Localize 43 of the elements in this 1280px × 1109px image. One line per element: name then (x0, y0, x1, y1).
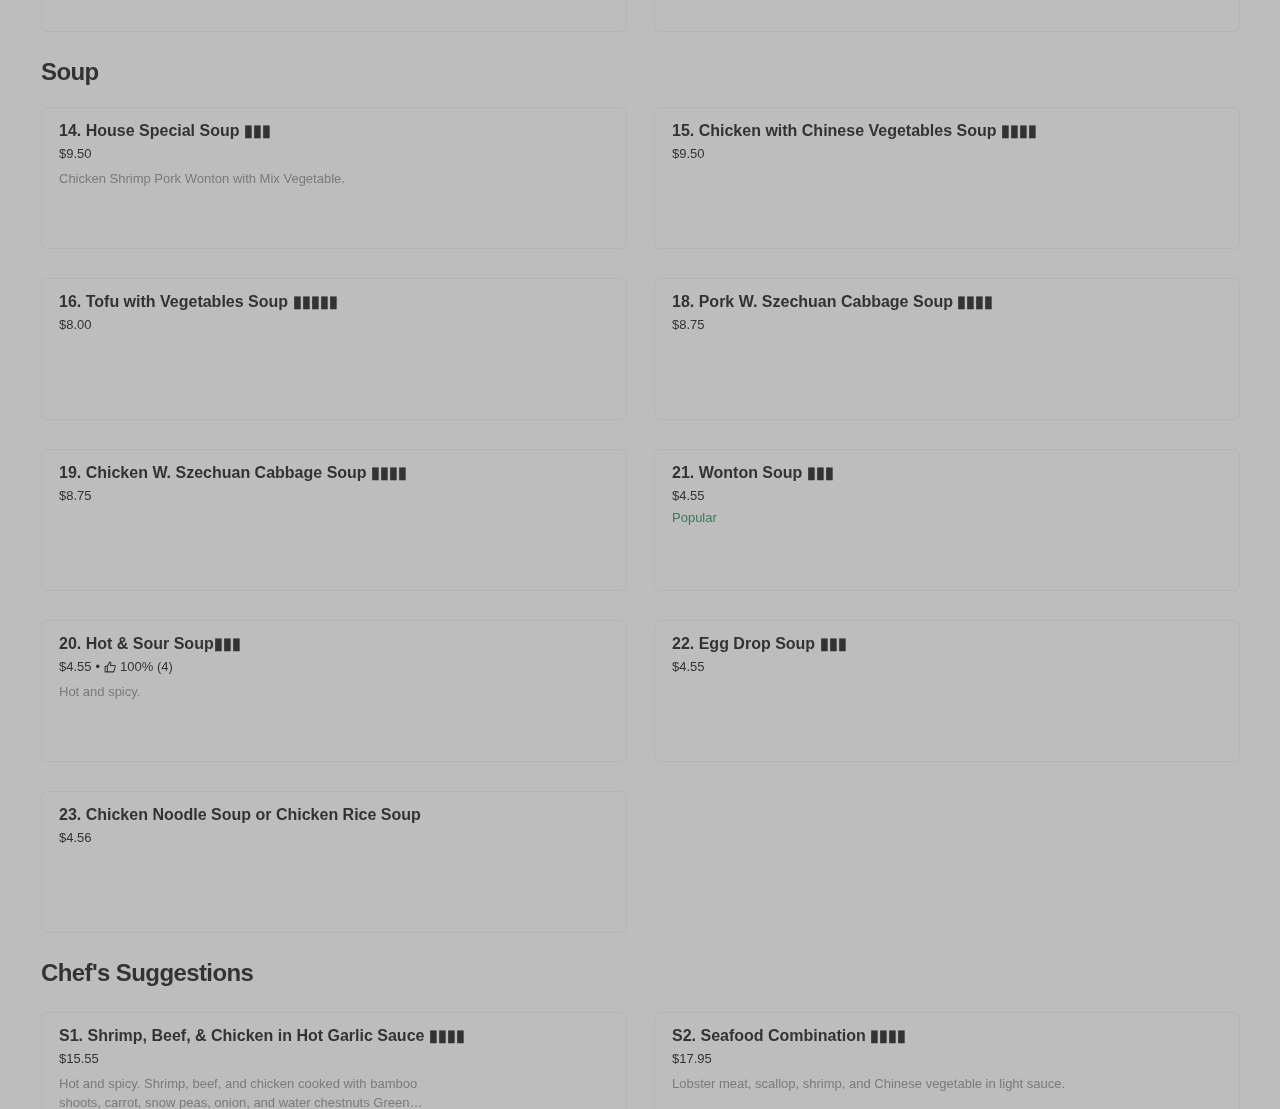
item-description: Chicken Shrimp Pork Wonton with Mix Vegetable. (59, 170, 345, 188)
item-description: Lobster meat, scallop, shrimp, and Chinese vegetable in light sauce. (672, 1075, 1066, 1093)
item-price: $15.55 (59, 1050, 99, 1068)
item-price: $4.55 (59, 658, 92, 676)
menu-card[interactable]: 15. Chicken with Chinese Vegetables Soup ▮▮▮▮ $9.50 (654, 107, 1240, 249)
item-title: 18. Pork W. Szechuan Cabbage Soup ▮▮▮▮ (672, 292, 994, 312)
item-price: $17.95 (672, 1050, 712, 1068)
item-price: $8.75 (59, 487, 92, 505)
section-heading: Soup (41, 57, 100, 87)
item-title: 22. Egg Drop Soup ▮▮▮ (672, 634, 847, 654)
item-title: 15. Chicken with Chinese Vegetables Soup ▮▮▮▮ (672, 121, 1037, 141)
item-description: Hot and spicy. (59, 683, 141, 701)
item-price: $4.55 (672, 658, 705, 676)
menu-card[interactable]: 21. Wonton Soup ▮▮▮ $4.55 Popular (654, 449, 1240, 591)
menu-card[interactable]: 20. Hot & Sour Soup▮▮▮ $4.55 • 100% (4) Hot and spicy. (41, 620, 627, 762)
item-title: 14. House Special Soup ▮▮▮ (59, 121, 271, 141)
item-description: Hot and spicy. Shrimp, beef, and chicken cooked with bamboo shoots, carrot, snow peas, onion, and water chestnuts Green… (59, 1075, 424, 1109)
item-price: $4.55 (672, 487, 705, 505)
item-price: $8.00 (59, 316, 92, 334)
menu-card[interactable]: 16. Tofu with Vegetables Soup ▮▮▮▮▮ $8.00 (41, 278, 627, 420)
item-price: $9.50 (59, 145, 92, 163)
item-title: S2. Seafood Combination ▮▮▮▮ (672, 1026, 907, 1046)
item-title: 21. Wonton Soup ▮▮▮ (672, 463, 834, 483)
item-title: 23. Chicken Noodle Soup or Chicken Rice Soup (59, 805, 421, 825)
item-title: 20. Hot & Sour Soup▮▮▮ (59, 634, 241, 654)
item-title: 16. Tofu with Vegetables Soup ▮▮▮▮▮ (59, 292, 338, 312)
menu-card[interactable]: S1. Shrimp, Beef, & Chicken in Hot Garlic Sauce ▮▮▮▮ $15.55 Hot and spicy. Shrimp, beef, and chicken cooked with bamboo shoots, carrot, snow peas, onion, and water chestnuts Green… (41, 1012, 627, 1109)
menu-card[interactable]: 14. House Special Soup ▮▮▮ $9.50 Chicken Shrimp Pork Wonton with Mix Vegetable. (41, 107, 627, 249)
popular-label: Popular (672, 509, 717, 527)
section-heading: Chef's Suggestions (41, 958, 255, 988)
menu-card[interactable]: 23. Chicken Noodle Soup or Chicken Rice Soup $4.56 (41, 791, 627, 933)
item-price: $4.56 (59, 829, 92, 847)
thumbs-up-icon (104, 661, 117, 673)
menu-card[interactable]: 18. Pork W. Szechuan Cabbage Soup ▮▮▮▮ $8.75 (654, 278, 1240, 420)
rating-text: 100% (4) (120, 658, 173, 676)
menu-card[interactable]: 19. Chicken W. Szechuan Cabbage Soup ▮▮▮▮ $8.75 (41, 449, 627, 591)
item-title: 19. Chicken W. Szechuan Cabbage Soup ▮▮▮▮ (59, 463, 408, 483)
item-title: S1. Shrimp, Beef, & Chicken in Hot Garlic Sauce ▮▮▮▮ (59, 1026, 465, 1046)
item-price: $8.75 (672, 316, 705, 334)
menu-card[interactable]: 22. Egg Drop Soup ▮▮▮ $4.55 (654, 620, 1240, 762)
menu-card[interactable]: S2. Seafood Combination ▮▮▮▮ $17.95 Lobster meat, scallop, shrimp, and Chinese vegetable in light sauce. (654, 1012, 1240, 1109)
item-price: $9.50 (672, 145, 705, 163)
separator-dot: • (95, 658, 101, 676)
